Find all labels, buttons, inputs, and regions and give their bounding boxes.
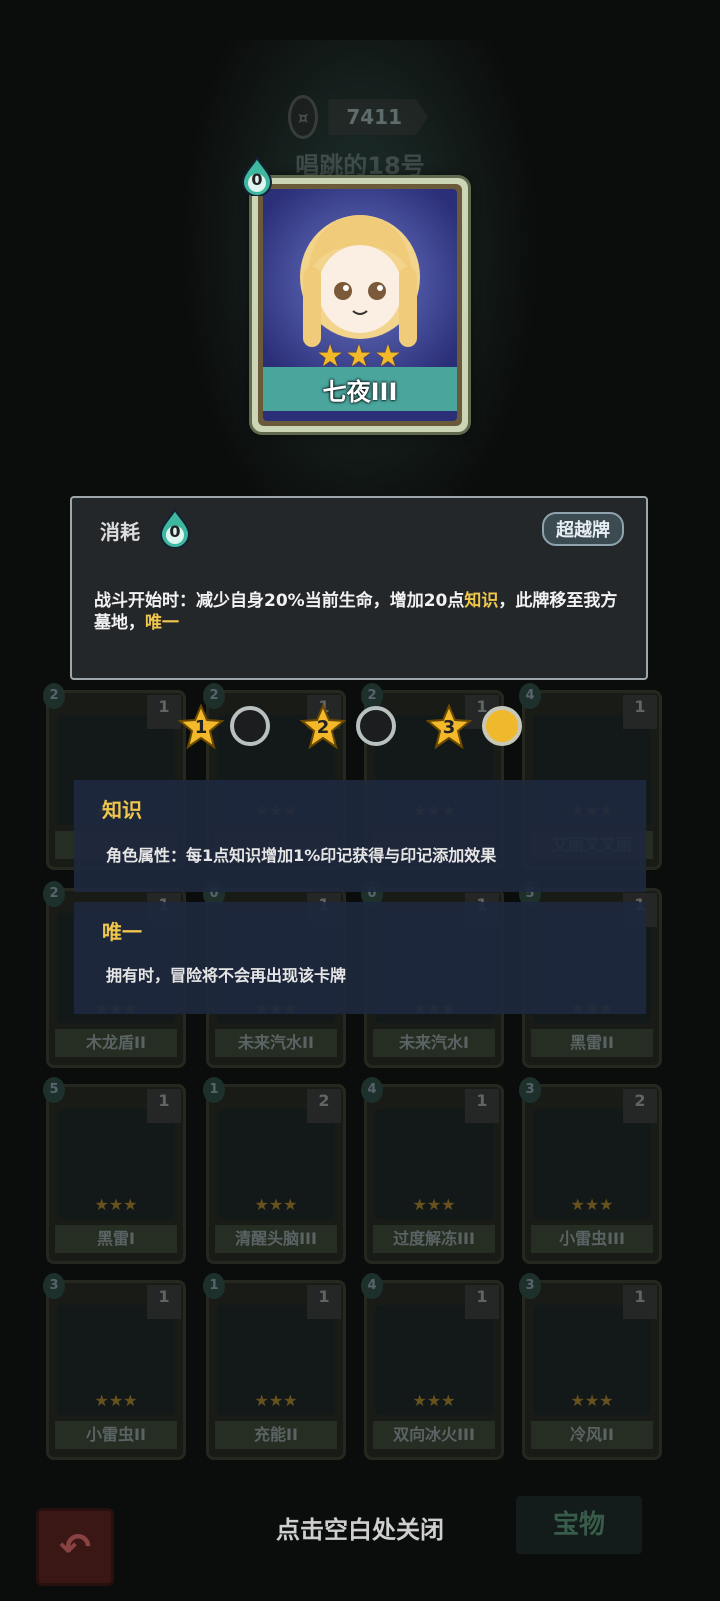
card-cost-badge: 0 bbox=[240, 156, 274, 197]
grid-card-level: 2 bbox=[307, 1089, 341, 1123]
grid-card-name: 小雷虫II bbox=[55, 1421, 177, 1449]
grid-card-name: 黑雷II bbox=[531, 1029, 653, 1057]
level-1-toggle[interactable] bbox=[230, 706, 270, 746]
grid-card-level: 1 bbox=[147, 1285, 181, 1319]
grid-card-level: 1 bbox=[623, 1285, 657, 1319]
transcend-card-tag[interactable]: 超越牌 bbox=[542, 512, 624, 546]
level-selector: 1 2 3 bbox=[177, 700, 538, 756]
card-info-panel: 消耗 0 超越牌 战斗开始时：减少自身20%当前生命，增加20点知识，此牌移至我… bbox=[70, 496, 648, 680]
keyword-text: 角色属性：每1点知识增加1%印记获得与印记添加效果 bbox=[106, 846, 497, 865]
grid-card[interactable]: ★★★ 充能II 1 1 bbox=[203, 1273, 346, 1460]
card-art: ★★★ 七夜III bbox=[263, 189, 457, 421]
cost-label: 消耗 bbox=[100, 520, 140, 544]
level-2-star[interactable]: 2 bbox=[299, 703, 347, 750]
grid-card-cost: 4 bbox=[361, 1077, 383, 1103]
grid-card-stars: ★★★ bbox=[254, 1391, 298, 1410]
currency-amount: 7411 bbox=[328, 99, 428, 135]
grid-card-cost: 3 bbox=[519, 1273, 541, 1299]
desc-text-1: 战斗开始时：减少自身20%当前生命，增加20点 bbox=[94, 591, 465, 611]
grid-card-level: 2 bbox=[623, 1089, 657, 1123]
keyword-unique: 唯一 bbox=[145, 613, 179, 633]
close-hint[interactable]: 点击空白处关闭 bbox=[0, 1510, 720, 1545]
grid-card-stars: ★★★ bbox=[254, 1195, 298, 1214]
grid-card[interactable]: ★★★ 黑雷I 5 1 bbox=[43, 1077, 186, 1264]
currency-icon: ¤ bbox=[288, 95, 319, 139]
grid-card-name: 未来汽水II bbox=[215, 1029, 337, 1057]
grid-card[interactable]: ★★★ 双向冰火III 4 1 bbox=[361, 1273, 504, 1460]
card-cost-value: 0 bbox=[251, 170, 263, 189]
grid-card-name: 过度解冻III bbox=[373, 1225, 495, 1253]
grid-card-level: 1 bbox=[465, 1089, 499, 1123]
character-portrait bbox=[300, 215, 420, 347]
card-description: 战斗开始时：减少自身20%当前生命，增加20点知识，此牌移至我方墓地，唯一 bbox=[94, 590, 634, 634]
grid-card-stars: ★★★ bbox=[412, 1391, 456, 1410]
selected-card: ★★★ 七夜III bbox=[252, 178, 468, 432]
character-name: 唱跳的18号 bbox=[295, 152, 425, 180]
grid-card[interactable]: ★★★ 小雷虫II 3 1 bbox=[43, 1273, 186, 1460]
level-2-toggle[interactable] bbox=[356, 706, 396, 746]
keyword-title: 知识 bbox=[102, 798, 142, 822]
grid-card[interactable]: ★★★ 冷风II 3 1 bbox=[519, 1273, 662, 1460]
level-3-star[interactable]: 3 bbox=[425, 703, 473, 750]
keyword-panel-knowledge: 知识 角色属性：每1点知识增加1%印记获得与印记添加效果 bbox=[74, 780, 646, 892]
grid-card-stars: ★★★ bbox=[94, 1195, 138, 1214]
grid-card-stars: ★★★ bbox=[570, 1195, 614, 1214]
grid-card-cost: 1 bbox=[203, 1273, 225, 1299]
level-1-label: 1 bbox=[194, 717, 208, 738]
grid-card-level: 1 bbox=[147, 1089, 181, 1123]
grid-card-cost: 2 bbox=[43, 881, 65, 907]
cost-badge: 0 bbox=[158, 508, 192, 549]
grid-card[interactable]: ★★★ 过度解冻III 4 1 bbox=[361, 1077, 504, 1264]
grid-card-cost: 5 bbox=[43, 1077, 65, 1103]
grid-card[interactable]: ★★★ 清醒头脑III 1 2 bbox=[203, 1077, 346, 1264]
grid-card[interactable]: ★★★ 小雷虫III 3 2 bbox=[519, 1077, 662, 1264]
grid-card-level: 1 bbox=[147, 695, 181, 729]
grid-card-cost: 4 bbox=[361, 1273, 383, 1299]
grid-card-cost: 1 bbox=[203, 1077, 225, 1103]
grid-card-name: 黑雷I bbox=[55, 1225, 177, 1253]
keyword-text: 拥有时，冒险将不会再出现该卡牌 bbox=[106, 966, 347, 985]
grid-card-cost: 2 bbox=[43, 683, 65, 709]
level-2-label: 2 bbox=[316, 717, 330, 738]
grid-card-level: 1 bbox=[465, 1285, 499, 1319]
level-1-star[interactable]: 1 bbox=[177, 703, 225, 750]
currency-display: ¤ 7411 bbox=[288, 95, 428, 139]
grid-card-name: 双向冰火III bbox=[373, 1421, 495, 1449]
keyword-panel-unique: 唯一 拥有时，冒险将不会再出现该卡牌 bbox=[74, 902, 646, 1014]
grid-card-name: 清醒头脑III bbox=[215, 1225, 337, 1253]
grid-card-name: 充能II bbox=[215, 1421, 337, 1449]
grid-card-cost: 3 bbox=[519, 1077, 541, 1103]
card-name: 七夜III bbox=[263, 367, 457, 411]
grid-card-stars: ★★★ bbox=[94, 1391, 138, 1410]
grid-card-stars: ★★★ bbox=[412, 1195, 456, 1214]
level-3-toggle[interactable] bbox=[482, 706, 522, 746]
grid-card-name: 未来汽水I bbox=[373, 1029, 495, 1057]
grid-card-name: 冷风II bbox=[531, 1421, 653, 1449]
grid-card-name: 小雷虫III bbox=[531, 1225, 653, 1253]
grid-card-level: 1 bbox=[623, 695, 657, 729]
level-3-label: 3 bbox=[442, 717, 456, 738]
grid-card-level: 1 bbox=[307, 1285, 341, 1319]
grid-card-cost: 3 bbox=[43, 1273, 65, 1299]
cost-value: 0 bbox=[169, 522, 181, 541]
keyword-knowledge: 知识 bbox=[464, 591, 499, 611]
keyword-title: 唯一 bbox=[102, 920, 142, 944]
grid-card-stars: ★★★ bbox=[570, 1391, 614, 1410]
grid-card-name: 木龙盾II bbox=[55, 1029, 177, 1057]
